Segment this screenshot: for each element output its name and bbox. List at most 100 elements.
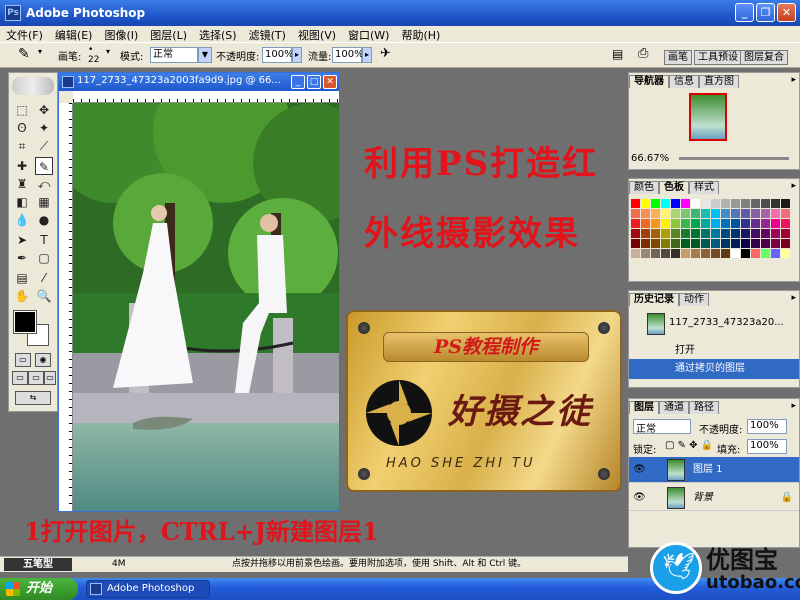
- color-swatch[interactable]: [781, 229, 790, 238]
- color-swatch[interactable]: [741, 239, 750, 248]
- minimize-button[interactable]: _: [735, 3, 754, 22]
- tab-paths[interactable]: 路径: [689, 401, 719, 414]
- zoom-tool-icon[interactable]: 🔍: [35, 287, 53, 305]
- menu-help[interactable]: 帮助(H): [395, 26, 446, 42]
- history-item-open[interactable]: 打开: [629, 341, 799, 361]
- color-swatch[interactable]: [771, 209, 780, 218]
- color-swatch[interactable]: [631, 219, 640, 228]
- color-swatch[interactable]: [731, 239, 740, 248]
- dodge-tool-icon[interactable]: ●: [35, 211, 53, 229]
- color-swatch[interactable]: [691, 219, 700, 228]
- color-swatch[interactable]: [631, 229, 640, 238]
- color-swatch[interactable]: [721, 239, 730, 248]
- color-swatch[interactable]: [661, 199, 670, 208]
- standard-mode-icon[interactable]: ▭: [15, 353, 31, 367]
- color-swatch[interactable]: [761, 239, 770, 248]
- color-swatch[interactable]: [671, 239, 680, 248]
- color-swatch[interactable]: [771, 229, 780, 238]
- healing-brush-tool-icon[interactable]: ✚: [13, 157, 31, 175]
- tab-color[interactable]: 颜色: [629, 181, 659, 194]
- color-swatch[interactable]: [761, 229, 770, 238]
- close-button[interactable]: ✕: [777, 3, 796, 22]
- tab-histogram[interactable]: 直方图: [699, 75, 739, 88]
- color-swatch[interactable]: [761, 209, 770, 218]
- color-swatch[interactable]: [721, 249, 730, 258]
- restore-button[interactable]: ❐: [756, 3, 775, 22]
- palette-tab-tool-presets[interactable]: 工具预设: [694, 50, 742, 65]
- color-swatch[interactable]: [721, 229, 730, 238]
- color-swatch[interactable]: [701, 249, 710, 258]
- color-swatch[interactable]: [771, 249, 780, 258]
- vertical-ruler[interactable]: [59, 103, 73, 511]
- color-swatch[interactable]: [761, 199, 770, 208]
- color-swatch[interactable]: [641, 229, 650, 238]
- color-swatch[interactable]: [681, 249, 690, 258]
- color-swatch[interactable]: [681, 209, 690, 218]
- color-swatch[interactable]: [671, 209, 680, 218]
- eyedropper-tool-icon[interactable]: ⁄: [35, 269, 53, 287]
- brush-size-picker[interactable]: • 22: [88, 45, 99, 65]
- brush-tool-icon-active[interactable]: ✎: [35, 157, 53, 175]
- brush-dropdown-icon[interactable]: ▾: [106, 47, 110, 56]
- color-swatch[interactable]: [751, 219, 760, 228]
- color-swatch[interactable]: [651, 219, 660, 228]
- color-swatch[interactable]: [661, 249, 670, 258]
- panel-menu-icon[interactable]: ▸: [791, 75, 796, 85]
- color-swatch[interactable]: [691, 209, 700, 218]
- color-swatch[interactable]: [691, 249, 700, 258]
- color-swatch[interactable]: [721, 199, 730, 208]
- menu-layer[interactable]: 图层(L): [144, 26, 193, 42]
- input-method-indicator[interactable]: 五笔型: [4, 558, 72, 571]
- document-size[interactable]: 4M: [112, 557, 126, 572]
- color-swatch[interactable]: [651, 229, 660, 238]
- color-swatch[interactable]: [761, 219, 770, 228]
- doc-maximize-button[interactable]: □: [307, 75, 321, 89]
- menu-file[interactable]: 文件(F): [0, 26, 49, 42]
- color-swatch[interactable]: [631, 249, 640, 258]
- magic-wand-tool-icon[interactable]: ✦: [35, 119, 53, 137]
- tab-navigator[interactable]: 导航器: [629, 75, 669, 88]
- color-swatch[interactable]: [691, 239, 700, 248]
- color-swatch[interactable]: [671, 229, 680, 238]
- color-swatch[interactable]: [751, 199, 760, 208]
- color-swatch[interactable]: [781, 199, 790, 208]
- color-swatch[interactable]: [741, 219, 750, 228]
- tab-swatches[interactable]: 色板: [659, 181, 689, 194]
- wedding-photo[interactable]: [73, 103, 339, 511]
- gradient-tool-icon[interactable]: ▦: [35, 193, 53, 211]
- shape-tool-icon[interactable]: ▢: [35, 249, 53, 267]
- color-swatch[interactable]: [651, 209, 660, 218]
- tab-styles[interactable]: 样式: [689, 181, 719, 194]
- move-tool-icon[interactable]: ✥: [35, 101, 53, 119]
- color-swatch[interactable]: [771, 199, 780, 208]
- color-swatch[interactable]: [701, 239, 710, 248]
- color-swatch[interactable]: [751, 249, 760, 258]
- panel-menu-icon[interactable]: ▸: [791, 181, 796, 191]
- color-swatch[interactable]: [741, 209, 750, 218]
- file-browser-icon[interactable]: ▤: [612, 47, 623, 61]
- fill-input[interactable]: 100%: [747, 439, 787, 454]
- opacity-input[interactable]: 100%: [262, 47, 294, 63]
- color-swatch[interactable]: [781, 239, 790, 248]
- color-swatch[interactable]: [711, 199, 720, 208]
- color-swatch[interactable]: [711, 209, 720, 218]
- slice-tool-icon[interactable]: ⟋: [35, 137, 53, 155]
- hand-tool-icon[interactable]: ✋: [13, 287, 31, 305]
- color-swatch[interactable]: [731, 229, 740, 238]
- panel-menu-icon[interactable]: ▸: [791, 293, 796, 303]
- navigator-thumbnail[interactable]: [689, 93, 727, 141]
- crop-tool-icon[interactable]: ⌗: [13, 137, 31, 155]
- color-swatch[interactable]: [761, 249, 770, 258]
- color-swatch[interactable]: [721, 209, 730, 218]
- menu-window[interactable]: 窗口(W): [342, 26, 395, 42]
- color-swatch[interactable]: [671, 199, 680, 208]
- horizontal-ruler[interactable]: [73, 91, 339, 103]
- color-swatch[interactable]: [651, 199, 660, 208]
- flow-input[interactable]: 100%: [332, 47, 364, 63]
- palette-well-icon[interactable]: ⎙: [638, 46, 648, 61]
- color-swatch[interactable]: [701, 199, 710, 208]
- color-swatch[interactable]: [771, 219, 780, 228]
- start-button[interactable]: 开始: [0, 578, 78, 600]
- menu-filter[interactable]: 滤镜(T): [243, 26, 292, 42]
- color-swatch[interactable]: [681, 229, 690, 238]
